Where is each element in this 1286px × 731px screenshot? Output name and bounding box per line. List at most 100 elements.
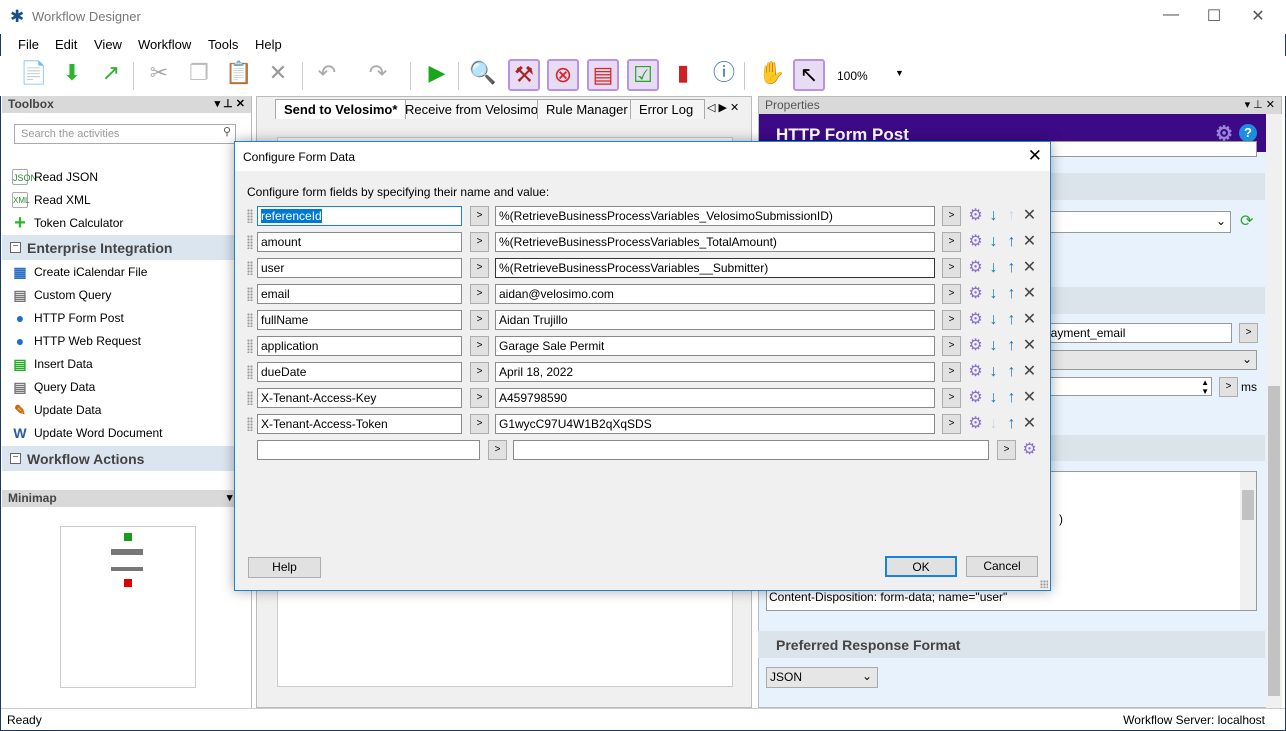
toolbox-item-insert-data[interactable]: ▤ Insert Data (12, 355, 92, 373)
move-down-icon[interactable]: ↓ (985, 415, 1002, 433)
menu-workflow[interactable]: Workflow (138, 37, 191, 52)
move-down-icon[interactable]: ↓ (985, 311, 1002, 329)
move-down-icon[interactable]: ↓ (985, 389, 1002, 407)
open-workflow-icon[interactable]: ⬇ (56, 59, 88, 91)
delete-row-icon[interactable]: ✕ (1021, 415, 1038, 433)
value-expression-button[interactable]: > (942, 232, 961, 252)
rule-icon[interactable]: ▤ (587, 59, 619, 91)
move-down-icon[interactable]: ↓ (985, 285, 1002, 303)
name-expression-button[interactable]: > (470, 388, 489, 408)
drag-handle[interactable] (247, 287, 253, 301)
minimap-viewport[interactable] (60, 526, 196, 688)
name-expression-button[interactable]: > (470, 414, 489, 434)
move-up-icon[interactable]: ↑ (1003, 337, 1020, 355)
panel-pin-close-icon[interactable]: ▾ ⊥ ✕ (1245, 98, 1275, 111)
menu-help[interactable]: Help (255, 37, 282, 52)
drag-handle[interactable] (247, 313, 253, 327)
field-name-input[interactable]: dueDate (257, 362, 462, 382)
drag-handle[interactable] (247, 209, 253, 223)
move-down-icon[interactable]: ↓ (985, 337, 1002, 355)
name-expression-button[interactable]: > (488, 440, 507, 460)
toolbox-item-token-calculator[interactable]: + Token Calculator (12, 213, 123, 233)
move-up-icon[interactable]: ↑ (1003, 311, 1020, 329)
move-up-icon[interactable]: ↑ (1003, 363, 1020, 381)
menu-file[interactable]: File (18, 37, 39, 52)
property-field-input[interactable]: payment_email (1040, 323, 1232, 343)
gear-icon[interactable]: ⚙ (967, 337, 984, 355)
toolbox-item-read-xml[interactable]: XML Read XML (12, 191, 91, 209)
toolbox-item-http-web-request[interactable]: ● HTTP Web Request (12, 332, 141, 350)
paste-icon[interactable]: 📋 (223, 59, 255, 91)
value-expression-button[interactable]: > (942, 388, 961, 408)
delete-row-icon[interactable]: ✕ (1021, 285, 1038, 303)
pan-hand-icon[interactable]: ✋ (756, 59, 788, 91)
category-enterprise-integration[interactable]: − Enterprise Integration (2, 235, 252, 260)
close-icon[interactable]: ✕ (1028, 146, 1042, 166)
move-up-icon[interactable]: ↑ (1003, 259, 1020, 277)
ok-button[interactable]: OK (885, 556, 957, 577)
menu-tools[interactable]: Tools (208, 37, 238, 52)
publish-workflow-icon[interactable]: ↗ (95, 59, 127, 91)
value-expression-button[interactable]: > (942, 206, 961, 226)
name-expression-button[interactable]: > (470, 310, 489, 330)
chart-icon[interactable]: ▮ (667, 59, 699, 91)
menu-view[interactable]: View (94, 37, 122, 52)
timeout-spinner[interactable]: ▲ ▼ (1040, 377, 1212, 396)
value-expression-button[interactable]: > (942, 310, 961, 330)
delete-row-icon[interactable]: ✕ (1021, 233, 1038, 251)
move-down-icon[interactable]: ↓ (985, 207, 1002, 225)
cancel-button[interactable]: Cancel (966, 556, 1038, 577)
error-icon[interactable]: ⊗ (547, 59, 579, 91)
tools-icon[interactable]: ⚒ (508, 59, 540, 91)
name-expression-button[interactable]: > (470, 206, 489, 226)
delete-row-icon[interactable]: ✕ (1021, 311, 1038, 329)
field-value-input[interactable]: April 18, 2022 (495, 362, 935, 382)
run-icon[interactable]: ▶ (421, 59, 453, 91)
tab-nav-icons[interactable]: ◁ ▶ ✕ (707, 101, 739, 114)
toolbox-search-input[interactable]: Search the activities ⚲ (14, 124, 236, 144)
value-expression-button[interactable]: > (942, 284, 961, 304)
field-value-input[interactable]: %(RetrieveBusinessProcessVariables_Velos… (495, 206, 935, 226)
tab-rule-manager[interactable]: Rule Manager (537, 99, 637, 119)
toolbox-item-update-word-document[interactable]: W Update Word Document (12, 424, 162, 442)
new-workflow-icon[interactable]: 📄 (18, 59, 50, 91)
field-name-input[interactable]: application (257, 336, 462, 356)
move-down-icon[interactable]: ↓ (985, 233, 1002, 251)
maximize-button[interactable]: ☐ (1199, 6, 1229, 28)
toolbox-item-read-json[interactable]: JSON Read JSON (12, 168, 98, 186)
resize-grip[interactable] (1040, 580, 1048, 588)
name-expression-button[interactable]: > (470, 232, 489, 252)
name-expression-button[interactable]: > (470, 362, 489, 382)
toolbox-item-update-data[interactable]: ✎ Update Data (12, 401, 101, 419)
field-name-input[interactable]: user (257, 258, 462, 278)
gear-icon[interactable]: ⚙ (967, 233, 984, 251)
name-expression-button[interactable]: > (470, 258, 489, 278)
field-name-input[interactable]: X-Tenant-Access-Token (257, 414, 462, 434)
delete-row-icon[interactable]: ✕ (1021, 207, 1038, 225)
delete-row-icon[interactable]: ✕ (1021, 259, 1038, 277)
gear-icon[interactable]: ⚙ (967, 259, 984, 277)
move-up-icon[interactable]: ↑ (1003, 233, 1020, 251)
panel-pin-close-icon[interactable]: ▾ ⊥ ✕ (215, 97, 245, 110)
field-value-input[interactable]: %(RetrieveBusinessProcessVariables__Subm… (495, 258, 935, 278)
drag-handle[interactable] (247, 261, 253, 275)
property-select[interactable]: ⌄ (1040, 350, 1257, 370)
move-up-icon[interactable]: ↑ (1003, 285, 1020, 303)
redo-icon[interactable]: ↷ (362, 59, 394, 91)
copy-icon[interactable]: ❐ (183, 59, 215, 91)
cut-icon[interactable]: ✂ (143, 59, 175, 91)
properties-scrollbar[interactable] (1266, 114, 1282, 708)
name-expression-button[interactable]: > (470, 336, 489, 356)
property-input[interactable] (1050, 141, 1257, 157)
new-field-value-input[interactable] (513, 440, 989, 460)
field-name-input[interactable]: fullName (257, 310, 462, 330)
drag-handle[interactable] (247, 391, 253, 405)
toolbox-item-create-icalendar-file[interactable]: ▦ Create iCalendar File (12, 263, 147, 281)
find-icon[interactable]: 🔍 (467, 59, 499, 91)
zoom-level[interactable]: 100% (837, 69, 868, 83)
minimize-button[interactable]: — (1156, 6, 1186, 28)
move-up-icon[interactable]: ↑ (1003, 207, 1020, 225)
undo-icon[interactable]: ↶ (311, 59, 343, 91)
checklist-icon[interactable]: ☑ (627, 59, 659, 91)
field-value-input[interactable]: %(RetrieveBusinessProcessVariables_Total… (495, 232, 935, 252)
